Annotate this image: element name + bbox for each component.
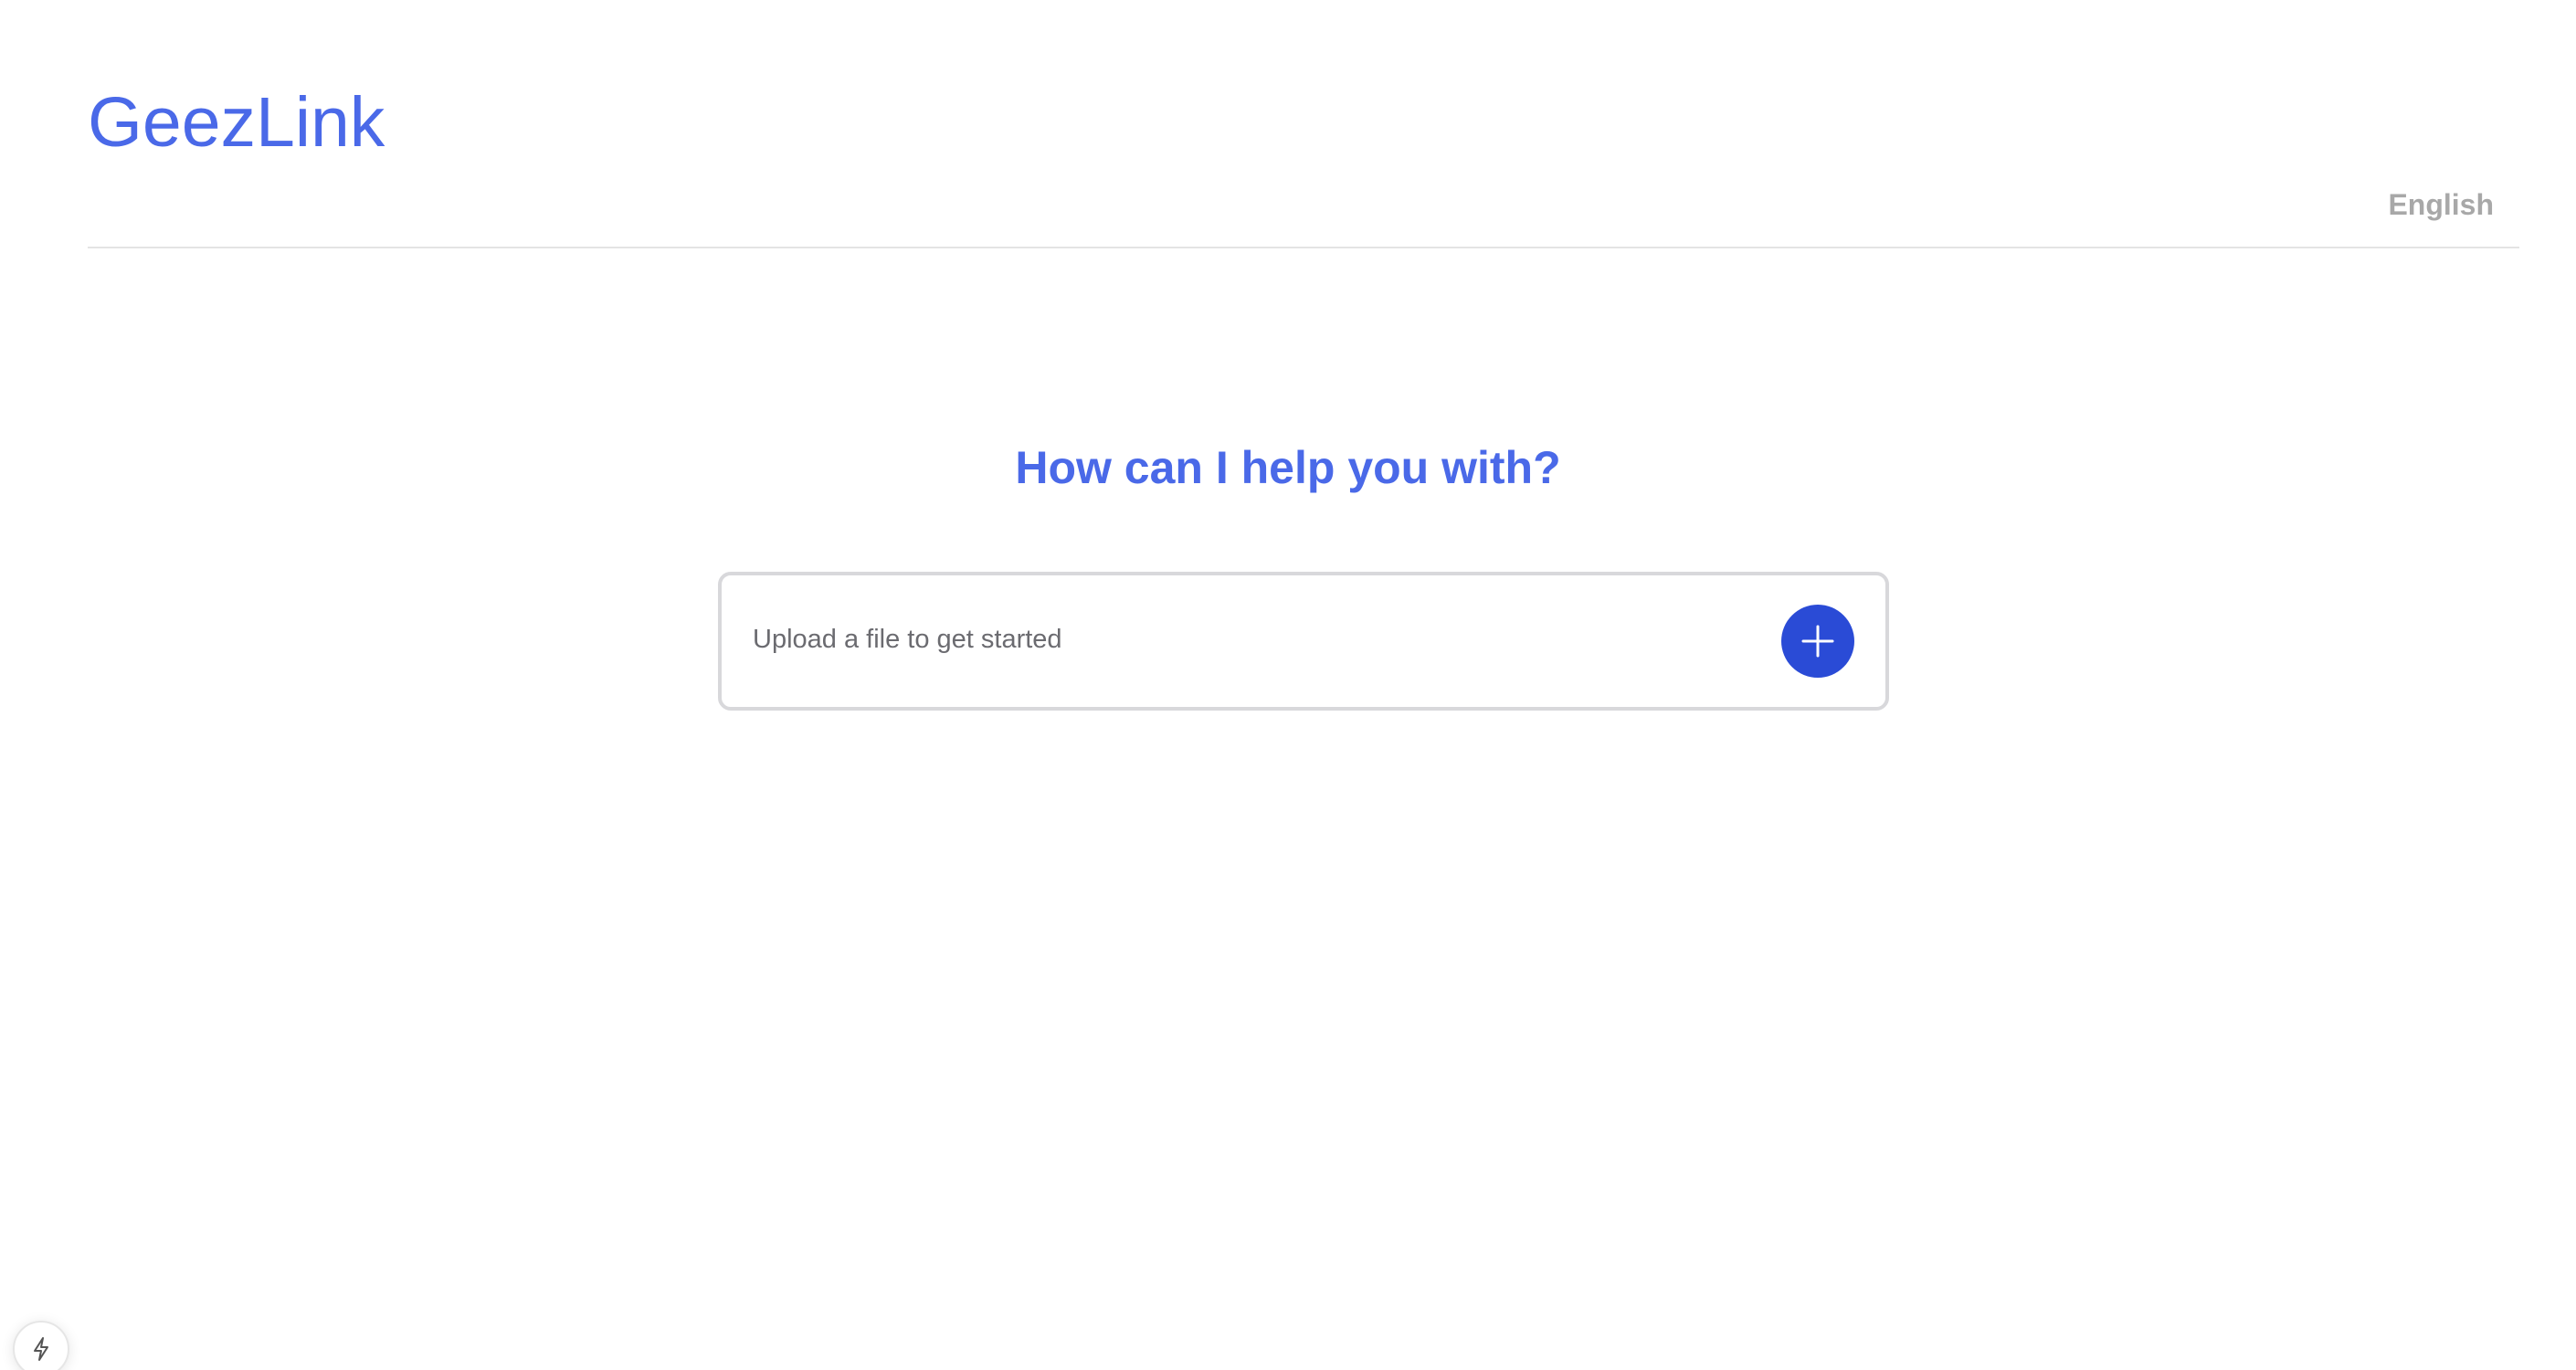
page-heading: How can I help you with? <box>1015 442 1561 493</box>
brand-logo[interactable]: GeezLink <box>88 80 385 164</box>
language-selector[interactable]: English <box>2388 186 2494 223</box>
upload-placeholder: Upload a file to get started <box>753 625 1062 654</box>
page: GeezLink English How can I help you with… <box>0 0 2576 1370</box>
lightning-icon <box>34 1337 48 1361</box>
plus-icon <box>1801 625 1834 658</box>
header-divider <box>88 247 2519 248</box>
file-upload-box[interactable]: Upload a file to get started <box>718 572 1889 711</box>
add-file-button[interactable] <box>1781 605 1854 678</box>
dev-tools-badge[interactable] <box>13 1321 69 1370</box>
